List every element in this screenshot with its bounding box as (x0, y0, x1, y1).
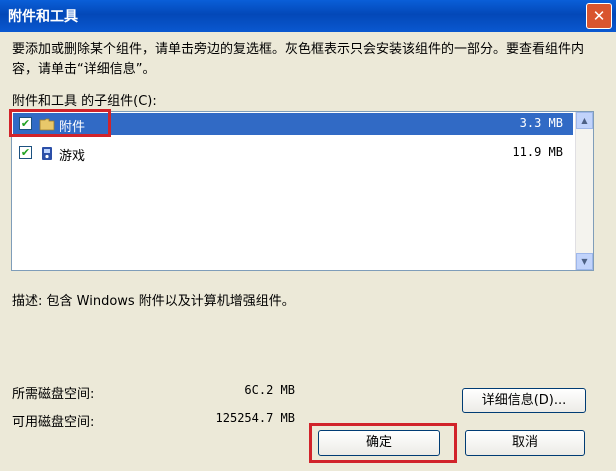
details-button[interactable]: 详细信息(D)... (462, 388, 586, 413)
close-button[interactable]: ✕ (586, 3, 612, 29)
instruction-text: 要添加或删除某个组件，请单击旁边的复选框。灰色框表示只会安装该组件的一部分。要查… (12, 42, 585, 77)
available-space-value: 125254.7 MB (215, 411, 295, 425)
scroll-down-icon[interactable]: ▼ (576, 253, 593, 270)
window-title: 附件和工具 (8, 9, 78, 25)
subcomponents-label: 附件和工具 的子组件(C): (12, 94, 157, 109)
scroll-up-icon[interactable]: ▲ (576, 112, 593, 129)
highlight-box (309, 423, 457, 463)
cancel-button[interactable]: 取消 (465, 430, 585, 456)
required-space-label: 所需磁盘空间: (12, 387, 95, 402)
scrollbar[interactable]: ▲ ▼ (575, 112, 593, 270)
list-item[interactable]: ✔ 游戏 11.9 MB (13, 142, 573, 164)
component-description: 描述: 包含 Windows 附件以及计算机增强组件。 (12, 294, 295, 309)
dialog-window: 附件和工具 ✕ 要添加或删除某个组件，请单击旁边的复选框。灰色框表示只会安装该组… (0, 0, 616, 471)
list-item-size: 11.9 MB (512, 145, 563, 159)
checkbox[interactable]: ✔ (19, 146, 32, 159)
highlight-box (9, 109, 111, 137)
title-bar[interactable]: 附件和工具 ✕ (0, 0, 616, 32)
games-icon (42, 147, 52, 160)
available-space-label: 可用磁盘空间: (12, 415, 95, 430)
list-item-size: 3.3 MB (519, 116, 563, 130)
required-space-value: 6C.2 MB (244, 383, 295, 397)
list-item-label: 游戏 (59, 149, 86, 164)
